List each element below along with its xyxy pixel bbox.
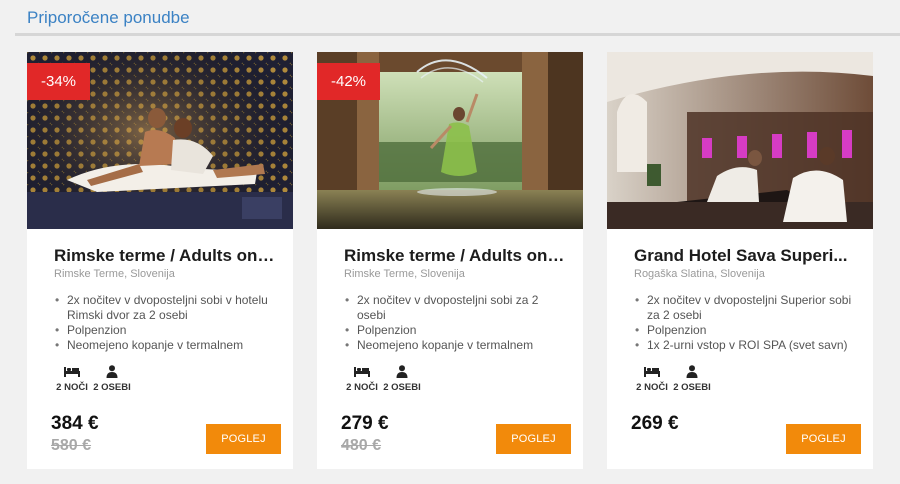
persons-info: 2 OSEBI (672, 365, 712, 393)
old-price: 480 € (341, 437, 382, 454)
view-offer-button[interactable]: POGLEJ (786, 424, 861, 454)
discount-badge: -42% (317, 63, 380, 100)
offer-title[interactable]: Rimske terme / Adults onl... (54, 246, 276, 266)
price: 269 € (631, 413, 679, 434)
feature-list: 2x nočitev v dvoposteljni Superior sobi … (634, 293, 859, 353)
offer-image[interactable] (607, 52, 873, 229)
persons-label: 2 OSEBI (383, 382, 421, 393)
persons-info: 2 OSEBI (92, 365, 132, 393)
persons-label: 2 OSEBI (93, 382, 131, 393)
feature-list: 2x nočitev v dvoposteljni sobi v hotelu … (54, 293, 279, 353)
person-icon (92, 365, 132, 380)
feature-item: Neomejeno kopanje v termalnem (344, 338, 569, 353)
feature-list: 2x nočitev v dvoposteljni sobi za 2 oseb… (344, 293, 569, 353)
offer-location: Rimske Terme, Slovenija (54, 268, 175, 280)
nights-info: 2 NOČI (344, 365, 380, 393)
price: 279 € (341, 413, 389, 434)
feature-item: 2x nočitev v dvoposteljni sobi v hotelu … (54, 293, 279, 323)
view-offer-button[interactable]: POGLEJ (496, 424, 571, 454)
discount-badge: -34% (27, 63, 90, 100)
nights-label: 2 NOČI (636, 382, 668, 393)
person-icon (382, 365, 422, 380)
section-title: Priporočene ponudbe (27, 8, 190, 27)
offer-card[interactable]: -34% Rimske terme / Adults onl... Rimske… (27, 52, 293, 469)
price: 384 € (51, 413, 99, 434)
offer-title[interactable]: Grand Hotel Sava Superi... (634, 246, 856, 266)
section-divider (15, 33, 900, 36)
offer-location: Rogaška Slatina, Slovenija (634, 268, 765, 280)
nights-label: 2 NOČI (346, 382, 378, 393)
view-offer-button[interactable]: POGLEJ (206, 424, 281, 454)
nights-info: 2 NOČI (54, 365, 90, 393)
feature-item: 1x 2-urni vstop v ROI SPA (svet savn) (634, 338, 859, 353)
offer-title[interactable]: Rimske terme / Adults onl... (344, 246, 566, 266)
feature-item: 2x nočitev v dvoposteljni sobi za 2 oseb… (344, 293, 569, 323)
bed-icon (344, 365, 380, 380)
feature-item: Polpenzion (54, 323, 279, 338)
persons-info: 2 OSEBI (382, 365, 422, 393)
old-price: 580 € (51, 437, 92, 454)
bed-icon (634, 365, 670, 380)
feature-item: 2x nočitev v dvoposteljni Superior sobi … (634, 293, 859, 323)
feature-item: Polpenzion (344, 323, 569, 338)
feature-item: Polpenzion (634, 323, 859, 338)
offer-card[interactable]: Grand Hotel Sava Superi... Rogaška Slati… (607, 52, 873, 469)
bed-icon (54, 365, 90, 380)
nights-label: 2 NOČI (56, 382, 88, 393)
offer-card[interactable]: -42% Rimske terme / Adults onl... Rimske… (317, 52, 583, 469)
offer-location: Rimske Terme, Slovenija (344, 268, 465, 280)
relax-lounge-photo (607, 52, 873, 229)
nights-info: 2 NOČI (634, 365, 670, 393)
feature-item: Neomejeno kopanje v termalnem (54, 338, 279, 353)
person-icon (672, 365, 712, 380)
persons-label: 2 OSEBI (673, 382, 711, 393)
